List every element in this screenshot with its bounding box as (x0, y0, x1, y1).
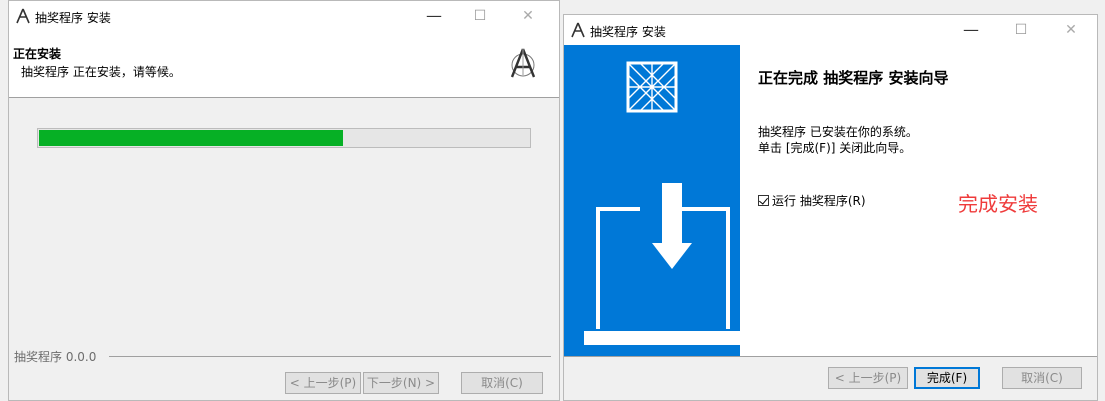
cancel-button[interactable]: 取消(C) (461, 372, 543, 394)
close-button[interactable]: ✕ (1048, 15, 1094, 45)
maximize-button[interactable]: ☐ (457, 1, 503, 31)
finish-instruction: 单击 [完成(F)] 关闭此向导。 (758, 141, 912, 155)
window-title: 抽奖程序 安装 (35, 11, 111, 25)
back-button[interactable]: < 上一步(P) (285, 372, 361, 394)
install-progress-bar (37, 128, 531, 148)
app-icon (571, 22, 585, 38)
completion-heading: 正在完成 抽奖程序 安装向导 (758, 69, 949, 87)
wizard-content: 正在完成 抽奖程序 安装向导 抽奖程序 已安装在你的系统。 单击 [完成(F)]… (740, 45, 1097, 356)
page-title: 正在安装 (13, 47, 62, 61)
title-bar: 抽奖程序 安装 — ☐ ✕ (9, 1, 559, 31)
minimize-button[interactable]: — (948, 15, 994, 45)
minimize-button[interactable]: — (411, 1, 457, 31)
annotation-text: 完成安装 (958, 192, 1038, 216)
header-panel: 正在安装 抽奖程序 正在安装，请等候。 (9, 31, 559, 98)
run-app-checkbox[interactable] (758, 195, 769, 206)
page-subtitle: 抽奖程序 正在安装，请等候。 (21, 65, 181, 79)
footer-separator (564, 356, 1097, 357)
next-button[interactable]: 下一步(N) > (363, 372, 439, 394)
finish-button[interactable]: 完成(F) (914, 367, 980, 389)
cancel-button[interactable]: 取消(C) (1002, 367, 1082, 389)
installer-finish-window: 抽奖程序 安装 — ☐ ✕ 正在完成 抽奖程序 安装向导 抽奖程序 已安装在你的… (563, 14, 1098, 401)
window-title: 抽奖程序 安装 (590, 25, 666, 39)
laptop-download-icon (584, 183, 740, 345)
installer-logo-icon (510, 48, 536, 78)
installer-progress-window: 抽奖程序 安装 — ☐ ✕ 正在安装 抽奖程序 正在安装，请等候。 抽奖程序 0… (8, 0, 560, 401)
app-icon (16, 8, 30, 24)
brand-label: 抽奖程序 0.0.0 (14, 348, 101, 365)
close-button[interactable]: ✕ (505, 1, 551, 31)
footer-separator (109, 356, 551, 357)
run-app-label[interactable]: 运行 抽奖程序(R) (772, 192, 866, 209)
install-complete-illustration (584, 61, 740, 345)
maximize-button[interactable]: ☐ (998, 15, 1044, 45)
wizard-sidebar (564, 45, 740, 356)
progress-fill (39, 130, 343, 146)
back-button[interactable]: < 上一步(P) (828, 367, 908, 389)
grid-logo-icon (626, 61, 678, 113)
installed-message: 抽奖程序 已安装在你的系统。 (758, 125, 918, 139)
title-bar: 抽奖程序 安装 — ☐ ✕ (564, 15, 1097, 45)
